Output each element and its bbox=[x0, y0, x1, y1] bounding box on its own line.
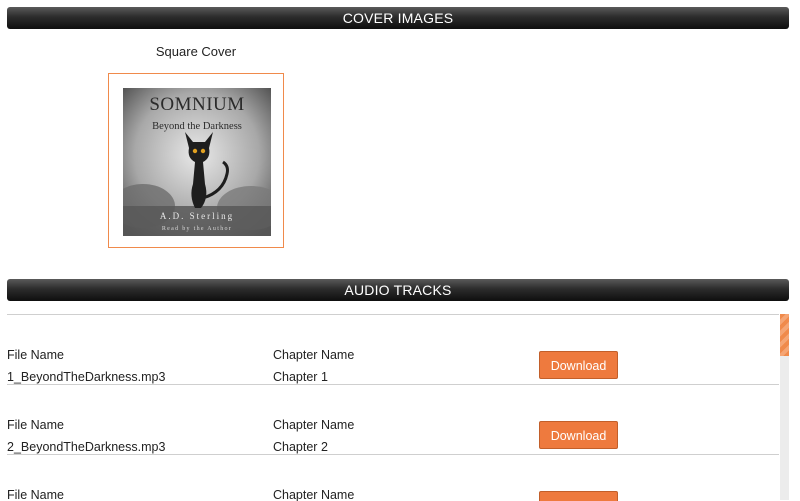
audio-tracks-header: AUDIO TRACKS bbox=[7, 279, 789, 301]
track-row: File Name 2_BeyondTheDarkness.mp3 Chapte… bbox=[7, 385, 779, 455]
chapter-name-value: Chapter 2 bbox=[273, 440, 328, 454]
download-button[interactable]: Download bbox=[539, 351, 618, 379]
cover-art-image[interactable]: SOMNIUM Beyond the Darkness A.D. Sterlin… bbox=[123, 88, 271, 236]
cover-narrator-text: Read by the Author bbox=[162, 226, 232, 232]
file-name-label: File Name bbox=[7, 488, 64, 501]
file-name-value: 2_BeyondTheDarkness.mp3 bbox=[7, 440, 166, 454]
cover-art-graphic: SOMNIUM Beyond the Darkness A.D. Sterlin… bbox=[123, 88, 271, 236]
track-row: File Name 1_BeyondTheDarkness.mp3 Chapte… bbox=[7, 315, 779, 385]
track-row: File Name Chapter Name bbox=[7, 455, 779, 501]
cover-images-header: COVER IMAGES bbox=[7, 7, 789, 29]
chapter-name-value: Chapter 1 bbox=[273, 370, 328, 384]
tracks-scrollbar[interactable] bbox=[780, 314, 789, 500]
cover-author-text: A.D. Sterling bbox=[160, 211, 234, 221]
chapter-name-label: Chapter Name bbox=[273, 348, 355, 362]
square-cover-label: Square Cover bbox=[155, 44, 237, 59]
square-cover-frame[interactable]: SOMNIUM Beyond the Darkness A.D. Sterlin… bbox=[108, 73, 284, 248]
chapter-name-label: Chapter Name bbox=[273, 418, 355, 432]
cover-subtitle-text: Beyond the Darkness bbox=[152, 121, 242, 132]
scrollbar-thumb[interactable] bbox=[780, 314, 789, 356]
download-button[interactable]: Download bbox=[539, 421, 618, 449]
chapter-name-label: Chapter Name bbox=[273, 488, 355, 501]
cover-title-text: SOMNIUM bbox=[149, 94, 244, 115]
file-name-label: File Name bbox=[7, 348, 64, 362]
audio-tracks-list[interactable]: File Name 1_BeyondTheDarkness.mp3 Chapte… bbox=[7, 314, 779, 501]
file-name-value: 1_BeyondTheDarkness.mp3 bbox=[7, 370, 166, 384]
file-name-label: File Name bbox=[7, 418, 64, 432]
